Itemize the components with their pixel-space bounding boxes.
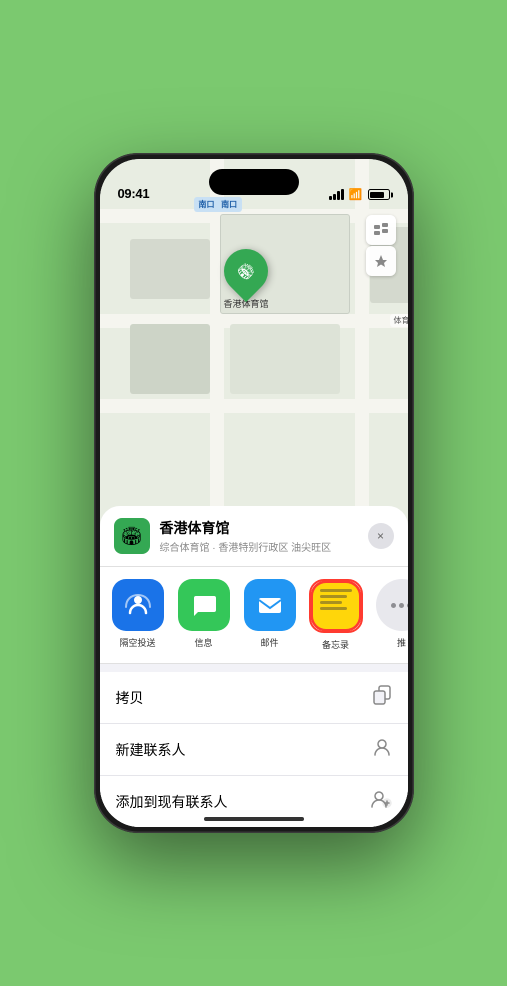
map-pin-container: 🏟 香港体育馆 <box>224 249 269 310</box>
location-name: 香港体育馆 <box>160 518 358 538</box>
location-subtitle: 综合体育馆 · 香港特别行政区 油尖旺区 <box>160 539 358 554</box>
share-mail[interactable]: 邮件 <box>240 579 300 651</box>
more-label: 推 <box>397 636 406 649</box>
map-area: 体育场 南口 南口 🏟 香港体育馆 <box>100 159 408 546</box>
airdrop-label: 隔空投送 <box>119 636 155 649</box>
airdrop-icon <box>112 579 164 631</box>
share-airdrop[interactable]: 隔空投送 <box>108 579 168 651</box>
notes-icon <box>313 583 359 629</box>
notes-label: 备忘录 <box>322 638 349 651</box>
phone-screen: 09:41 📶 <box>100 159 408 827</box>
map-type-button[interactable] <box>366 215 396 245</box>
map-block-label: 体育场 <box>390 314 408 327</box>
phone-frame: 09:41 📶 <box>94 153 414 833</box>
dynamic-island <box>209 169 299 195</box>
messages-icon <box>178 579 230 631</box>
wifi-icon: 📶 <box>349 188 363 201</box>
status-time: 09:41 <box>118 186 150 201</box>
mail-icon <box>244 579 296 631</box>
map-background: 体育场 <box>100 159 408 546</box>
close-button[interactable]: × <box>368 523 394 549</box>
map-pin-icon: 🏟 <box>234 259 259 284</box>
mail-label: 邮件 <box>260 636 278 649</box>
messages-label: 信息 <box>194 636 212 649</box>
status-icons: 📶 <box>329 188 390 201</box>
home-indicator <box>204 817 304 821</box>
location-button[interactable] <box>366 246 396 276</box>
more-icon <box>376 579 408 631</box>
action-new-contact[interactable]: 新建联系人 <box>100 724 408 776</box>
share-row: 隔空投送 信息 <box>100 567 408 664</box>
new-contact-icon <box>372 737 392 762</box>
action-new-contact-label: 新建联系人 <box>116 740 186 760</box>
share-notes[interactable]: 备忘录 <box>306 579 366 651</box>
battery-icon <box>368 189 390 200</box>
action-list: 拷贝 新建联系人 <box>100 672 408 827</box>
action-copy-label: 拷贝 <box>116 688 144 708</box>
location-header: 🏟 香港体育馆 综合体育馆 · 香港特别行政区 油尖旺区 × <box>100 506 408 567</box>
map-controls <box>366 215 396 277</box>
location-info: 香港体育馆 综合体育馆 · 香港特别行政区 油尖旺区 <box>160 518 358 554</box>
action-add-existing-label: 添加到现有联系人 <box>116 792 228 812</box>
copy-icon <box>372 685 392 710</box>
map-pin: 🏟 <box>215 240 277 302</box>
share-more[interactable]: 推 <box>372 579 408 651</box>
signal-icon <box>329 189 344 200</box>
bottom-sheet: 🏟 香港体育馆 综合体育馆 · 香港特别行政区 油尖旺区 × <box>100 506 408 827</box>
action-copy[interactable]: 拷贝 <box>100 672 408 724</box>
share-messages[interactable]: 信息 <box>174 579 234 651</box>
add-existing-icon <box>370 789 392 814</box>
location-venue-icon: 🏟 <box>114 518 150 554</box>
